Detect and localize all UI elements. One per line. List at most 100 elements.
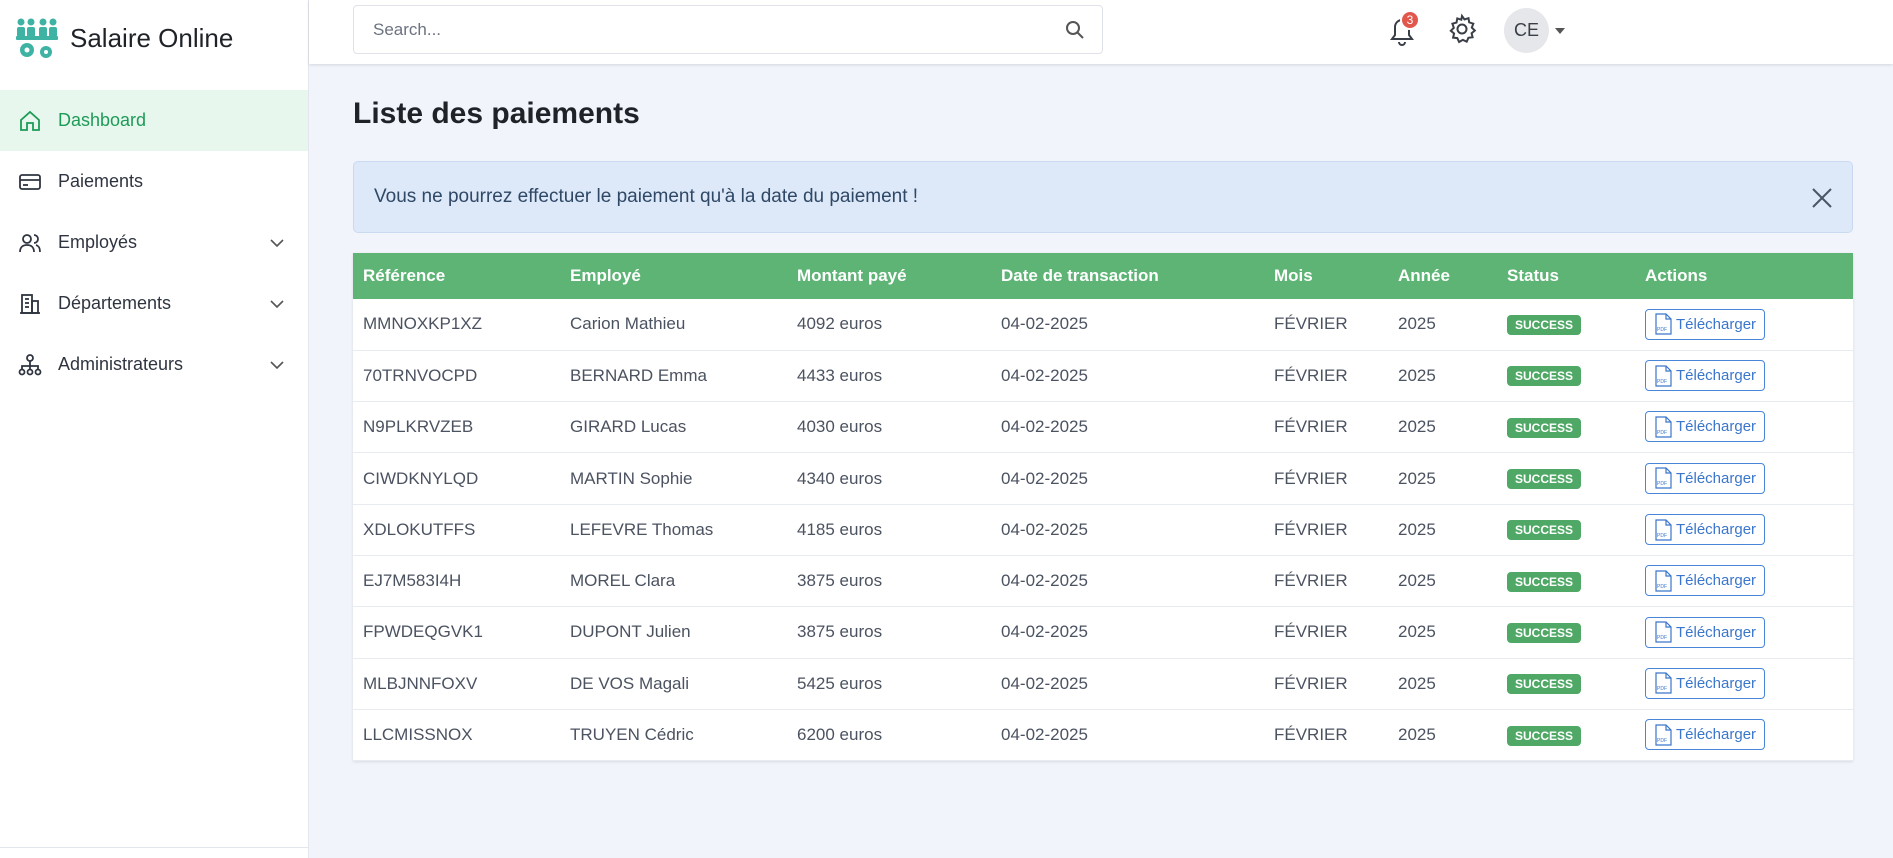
amount-cell: 4092 euros — [797, 314, 883, 334]
download-button[interactable]: PDF Télécharger — [1645, 565, 1766, 597]
status-cell: SUCCESS — [1497, 504, 1635, 555]
svg-text:PDF: PDF — [1657, 379, 1667, 385]
year-cell: 2025 — [1398, 314, 1436, 334]
sidebar-item-departements[interactable]: Départements — [0, 273, 308, 334]
download-button[interactable]: PDF Télécharger — [1645, 514, 1766, 546]
building-icon — [18, 292, 42, 316]
alert-text: Vous ne pourrez effectuer le paiement qu… — [374, 186, 919, 207]
status-badge: SUCCESS — [1507, 469, 1582, 490]
download-button[interactable]: PDF Télécharger — [1645, 462, 1766, 494]
column-header[interactable]: Année — [1388, 253, 1497, 299]
search-icon[interactable] — [1065, 20, 1085, 40]
download-button[interactable]: PDF Télécharger — [1645, 411, 1766, 443]
employee-cell: TRUYEN Cédric — [570, 725, 694, 745]
actions-cell: PDF Télécharger — [1635, 658, 1853, 709]
sidebar-item-dashboard[interactable]: Dashboard — [0, 90, 308, 151]
amount-cell: 6200 euros — [797, 725, 883, 745]
date-cell: 04-02-2025 — [1001, 571, 1088, 591]
month-cell: FÉVRIER — [1274, 571, 1348, 591]
close-icon[interactable] — [1810, 186, 1834, 210]
reference-cell: EJ7M583I4H — [363, 571, 462, 591]
status-badge: SUCCESS — [1507, 571, 1582, 592]
sidebar-item-employes[interactable]: Employés — [0, 212, 308, 273]
month-cell: FÉVRIER — [1274, 468, 1348, 488]
sidebar-item-label: Dashboard — [58, 110, 147, 130]
date-cell: 04-02-2025 — [1001, 468, 1088, 488]
column-header[interactable]: Mois — [1264, 253, 1388, 299]
actions-cell: PDF Télécharger — [1635, 555, 1853, 606]
pdf-file-icon: PDF — [1655, 467, 1672, 489]
download-label: Télécharger — [1676, 726, 1757, 744]
employee-cell: MOREL Clara — [570, 571, 676, 591]
reference-cell: FPWDEQGVK1 — [363, 622, 483, 642]
status-badge: SUCCESS — [1507, 622, 1582, 643]
svg-text:PDF: PDF — [1657, 635, 1667, 641]
sidebar-divider — [0, 847, 308, 848]
actions-cell: PDF Télécharger — [1635, 504, 1853, 555]
status-cell: SUCCESS — [1497, 709, 1635, 760]
reference-cell: MLBJNNFOXV — [363, 673, 478, 693]
sidebar-item-paiements[interactable]: Paiements — [0, 151, 308, 212]
status-badge: SUCCESS — [1507, 314, 1582, 335]
year-cell: 2025 — [1398, 417, 1436, 437]
sidebar-item-label: Employés — [58, 232, 138, 252]
avatar[interactable]: CE — [1504, 8, 1549, 53]
date-cell: 04-02-2025 — [1001, 519, 1088, 539]
column-header[interactable]: Status — [1497, 253, 1635, 299]
chevron-down-icon[interactable] — [268, 234, 286, 252]
actions-cell: PDF Télécharger — [1635, 299, 1853, 350]
caret-down-icon[interactable] — [1555, 28, 1565, 34]
status-badge: SUCCESS — [1507, 725, 1582, 746]
sidebar-item-administrateurs[interactable]: Administrateurs — [0, 334, 308, 395]
reference-cell: 70TRNVOCPD — [363, 365, 478, 385]
date-cell: 04-02-2025 — [1001, 417, 1088, 437]
pdf-file-icon: PDF — [1655, 621, 1672, 643]
actions-cell: PDF Télécharger — [1635, 453, 1853, 504]
brand[interactable]: Salaire Online — [0, 0, 308, 77]
column-header[interactable]: Référence — [353, 253, 560, 299]
year-cell: 2025 — [1398, 622, 1436, 642]
date-cell: 04-02-2025 — [1001, 365, 1088, 385]
reference-cell: N9PLKRVZEB — [363, 417, 474, 437]
amount-cell: 4433 euros — [797, 365, 883, 385]
chevron-down-icon[interactable] — [268, 295, 286, 313]
actions-cell: PDF Télécharger — [1635, 607, 1853, 658]
reference-cell: LLCMISSNOX — [363, 725, 473, 745]
download-label: Télécharger — [1676, 623, 1757, 641]
month-cell: FÉVRIER — [1274, 673, 1348, 693]
month-cell: FÉVRIER — [1274, 622, 1348, 642]
svg-text:PDF: PDF — [1657, 430, 1667, 436]
actions-cell: PDF Télécharger — [1635, 350, 1853, 401]
download-button[interactable]: PDF Télécharger — [1645, 616, 1766, 648]
amount-cell: 5425 euros — [797, 673, 883, 693]
gear-icon[interactable] — [1446, 13, 1478, 45]
employee-cell: DUPONT Julien — [570, 622, 691, 642]
svg-text:PDF: PDF — [1657, 738, 1667, 744]
reference-cell: CIWDKNYLQD — [363, 468, 479, 488]
download-button[interactable]: PDF Télécharger — [1645, 667, 1766, 699]
year-cell: 2025 — [1398, 673, 1436, 693]
download-label: Télécharger — [1676, 674, 1757, 692]
table-row: LLCMISSNOX TRUYEN Cédric 6200 euros 04-02-2… — [353, 709, 1853, 761]
pdf-file-icon: PDF — [1655, 672, 1672, 695]
notification-badge: 3 — [1400, 10, 1420, 30]
actions-cell: PDF Télécharger — [1635, 709, 1853, 760]
payments-table: Référence Employé Montant payé Date de t… — [353, 253, 1853, 762]
column-header[interactable]: Date de transaction — [991, 253, 1264, 299]
status-cell: SUCCESS — [1497, 350, 1635, 401]
table-row: CIWDKNYLQD MARTIN Sophie 4340 euros 04-02-2… — [353, 453, 1853, 505]
chevron-down-icon[interactable] — [268, 356, 286, 374]
year-cell: 2025 — [1398, 725, 1436, 745]
download-button[interactable]: PDF Télécharger — [1645, 308, 1766, 340]
svg-text:PDF: PDF — [1657, 686, 1667, 692]
column-header[interactable]: Employé — [560, 253, 787, 299]
download-label: Télécharger — [1676, 418, 1757, 436]
search-input[interactable] — [354, 6, 1034, 53]
download-button[interactable]: PDF Télécharger — [1645, 360, 1766, 392]
column-header[interactable]: Actions — [1635, 253, 1853, 299]
column-header[interactable]: Montant payé — [787, 253, 991, 299]
download-label: Télécharger — [1676, 572, 1757, 590]
download-button[interactable]: PDF Télécharger — [1645, 719, 1766, 751]
pdf-file-icon: PDF — [1655, 518, 1672, 541]
pdf-file-icon: PDF — [1655, 416, 1672, 438]
